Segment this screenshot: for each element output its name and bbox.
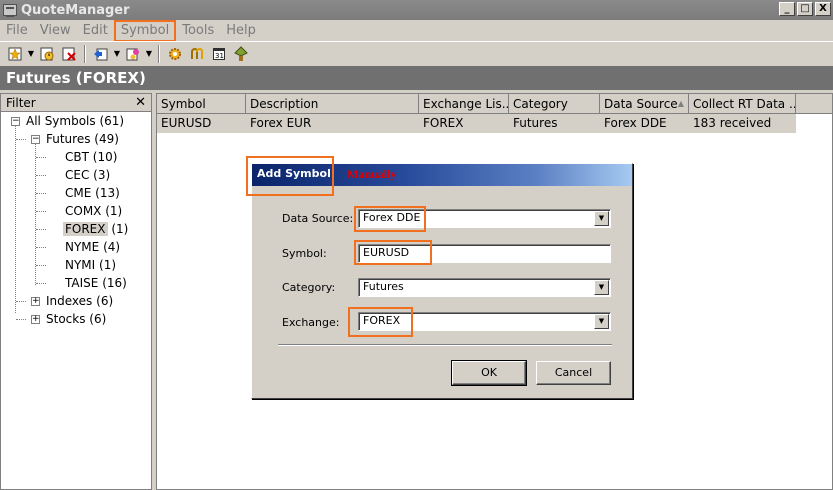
symbol-highlight-box	[354, 240, 432, 265]
toolbar: ▼ ▼ ▼ 31	[0, 41, 833, 65]
grid-header: Symbol Description Exchange Lis... Categ…	[157, 94, 832, 114]
window-controls: _ □ X	[779, 2, 831, 16]
tree-node-indexes[interactable]: Indexes (6)	[46, 292, 113, 310]
tree-node-cme[interactable]: CME (13)	[65, 184, 120, 202]
clock-icon[interactable]	[38, 45, 56, 63]
tree-node-cbt[interactable]: CBT (10)	[65, 148, 117, 166]
window-title: QuoteManager	[21, 2, 130, 18]
star-document-icon[interactable]	[6, 45, 24, 63]
cell-symbol: EURUSD	[161, 116, 212, 130]
cancel-button[interactable]: Cancel	[536, 361, 611, 385]
dialog-divider	[278, 344, 612, 346]
category-label: Category:	[282, 281, 336, 294]
chevron-down-icon[interactable]: ▼	[594, 211, 609, 226]
split-icon[interactable]	[188, 45, 206, 63]
ok-button[interactable]: OK	[451, 360, 527, 386]
tree-node-cec[interactable]: CEC (3)	[65, 166, 110, 184]
close-button[interactable]: X	[815, 2, 831, 16]
exchange-highlight-box	[348, 307, 413, 337]
title-bar: QuoteManager _ □ X	[0, 0, 833, 20]
symbol-label: Symbol:	[282, 247, 327, 260]
tree-node-futures[interactable]: Futures (49)	[46, 130, 119, 148]
tree-node-forex[interactable]: FOREX (1)	[63, 220, 128, 238]
tree-node-taise[interactable]: TAISE (16)	[65, 274, 127, 292]
tree-connector	[16, 139, 26, 140]
gear-icon[interactable]	[166, 45, 184, 63]
exchange-label: Exchange:	[282, 316, 340, 329]
column-collect-rt-data[interactable]: Collect RT Data ...	[689, 94, 796, 113]
menu-view[interactable]: View	[34, 23, 77, 38]
close-filter-icon[interactable]: ✕	[135, 95, 146, 110]
column-category[interactable]: Category	[509, 94, 600, 113]
collapse-icon[interactable]: −	[11, 117, 20, 126]
tree-connector	[35, 139, 36, 285]
menu-edit[interactable]: Edit	[77, 23, 114, 38]
cell-collect-rt-data: 183 received	[693, 116, 772, 130]
tree-node-nymi[interactable]: NYMI (1)	[65, 256, 116, 274]
tree-connector	[36, 247, 46, 248]
delete-icon[interactable]	[60, 45, 78, 63]
tree-node-stocks[interactable]: Stocks (6)	[46, 310, 106, 328]
tree-connector	[16, 319, 26, 320]
toolbar-separator	[158, 44, 160, 63]
data-source-highlight-box	[354, 206, 426, 232]
sort-ascending-icon: ▲	[677, 99, 684, 108]
export-icon[interactable]	[124, 45, 142, 63]
plugin-icon[interactable]	[232, 45, 250, 63]
chevron-down-icon[interactable]: ▼	[594, 314, 609, 329]
table-row[interactable]: EURUSD Forex EUR FOREX Futures Forex DDE…	[157, 114, 796, 133]
tree-connector	[16, 301, 26, 302]
maximize-button[interactable]: □	[797, 2, 813, 16]
tree-node-comx[interactable]: COMX (1)	[65, 202, 122, 220]
minimize-button[interactable]: _	[779, 2, 795, 16]
cell-description: Forex EUR	[250, 116, 312, 130]
dropdown-arrow-icon[interactable]: ▼	[26, 49, 36, 58]
dropdown-arrow-icon[interactable]: ▼	[112, 49, 122, 58]
chevron-down-icon[interactable]: ▼	[594, 280, 609, 295]
column-description[interactable]: Description	[246, 94, 419, 113]
cell-category: Futures	[513, 116, 558, 130]
menu-bar: File View Edit Symbol Tools Help	[0, 19, 833, 42]
tree-node-nyme[interactable]: NYME (4)	[65, 238, 120, 256]
cell-exchange: FOREX	[423, 116, 464, 130]
calendar-icon[interactable]: 31	[210, 45, 228, 63]
tree-connector	[36, 265, 46, 266]
filter-header: Filter ✕	[1, 94, 151, 112]
expand-icon[interactable]: +	[31, 297, 40, 306]
collapse-icon[interactable]: −	[31, 135, 40, 144]
dropdown-arrow-icon[interactable]: ▼	[144, 49, 154, 58]
filter-title: Filter	[6, 95, 36, 110]
menu-tools[interactable]: Tools	[176, 23, 220, 38]
add-symbol-dialog: Add Symbol Manually Data Source: Forex D…	[246, 156, 633, 399]
page-title: Futures (FOREX)	[0, 66, 833, 90]
data-source-label: Data Source:	[282, 212, 354, 225]
menu-help[interactable]: Help	[220, 23, 262, 38]
toolbar-separator	[84, 44, 86, 63]
tree-connector	[36, 229, 46, 230]
svg-text:31: 31	[215, 52, 224, 60]
tree-connector	[36, 211, 46, 212]
column-symbol[interactable]: Symbol	[157, 94, 246, 113]
column-exchange[interactable]: Exchange Lis...	[419, 94, 509, 113]
tree-connector	[36, 175, 46, 176]
title-highlight-box	[246, 156, 334, 196]
manually-annotation: Manually	[347, 167, 397, 181]
tree-connector	[15, 121, 16, 313]
tree-connector	[36, 193, 46, 194]
column-data-source[interactable]: Data Source ▲	[600, 94, 689, 113]
import-icon[interactable]	[92, 45, 110, 63]
expand-icon[interactable]: +	[31, 315, 40, 324]
tree-connector	[36, 157, 46, 158]
cell-data-source: Forex DDE	[604, 116, 667, 130]
menu-symbol[interactable]: Symbol	[113, 19, 177, 42]
category-select[interactable]: Futures ▼	[358, 278, 611, 297]
tree-node-all-symbols[interactable]: All Symbols (61)	[26, 112, 124, 130]
filter-panel: Filter ✕ − All Symbols (61) − Futures (4…	[0, 93, 152, 490]
tree-connector	[36, 283, 46, 284]
menu-file[interactable]: File	[0, 23, 34, 38]
app-icon	[3, 4, 17, 17]
